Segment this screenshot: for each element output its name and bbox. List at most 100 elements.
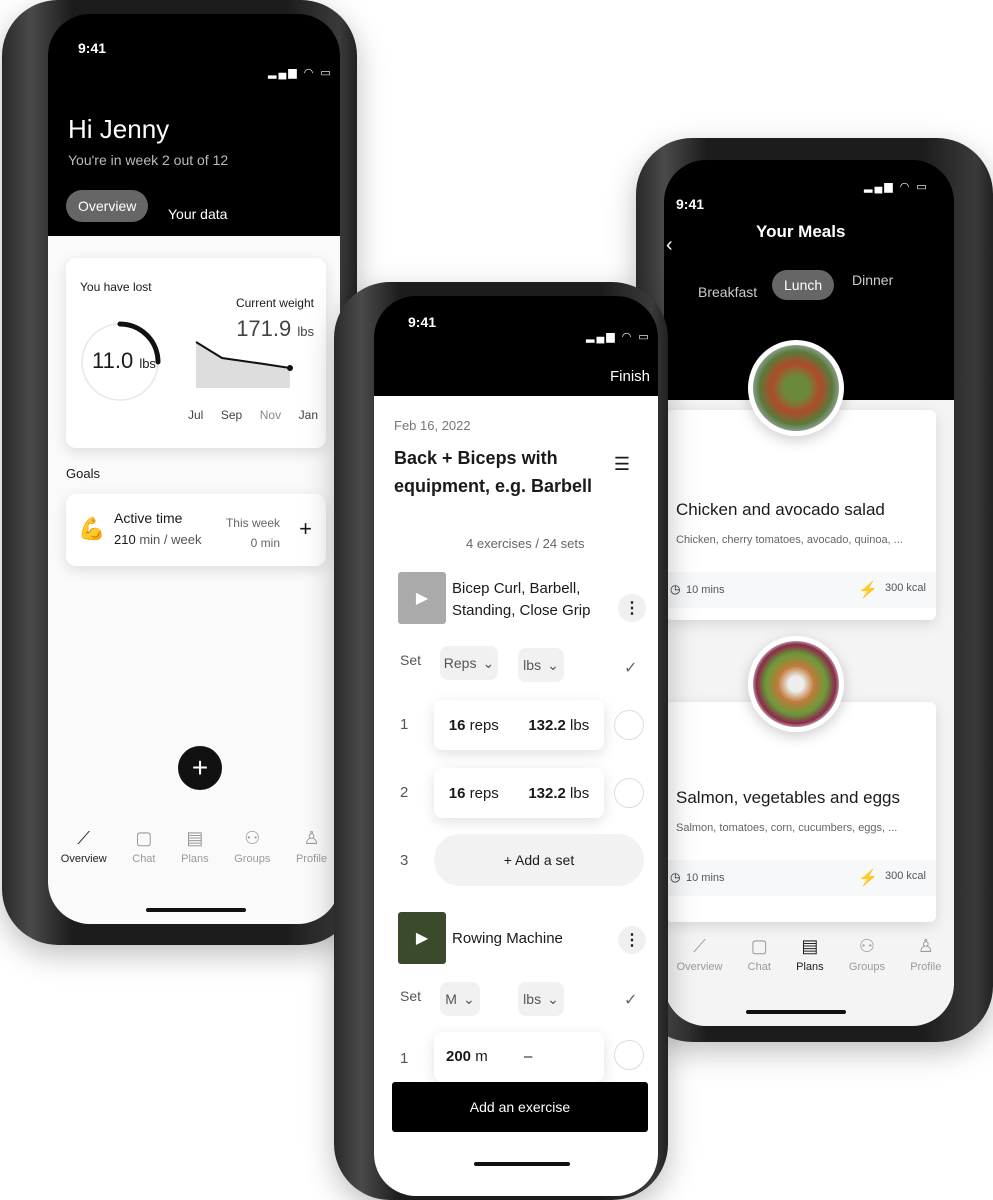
- chat-icon: ▢: [750, 936, 768, 956]
- nav-label: Profile: [910, 961, 942, 973]
- reps-value: 16 reps: [449, 785, 499, 802]
- goal-target-unit: min / week: [139, 532, 202, 547]
- chevron-down-icon: ⌄: [547, 656, 559, 673]
- unit-dropdown[interactable]: lbs ⌄: [518, 982, 564, 1016]
- tab-your-data[interactable]: Your data: [168, 206, 227, 222]
- nav-overview[interactable]: ⟋ Overview: [61, 828, 107, 865]
- lost-label: You have lost: [80, 280, 152, 294]
- weight-number: 132.2: [528, 784, 566, 802]
- meal-time: 10 mins: [686, 872, 725, 884]
- nav-label: Overview: [60, 853, 107, 865]
- chevron-down-icon: ⌄: [547, 990, 559, 1007]
- meal-card[interactable]: Chicken and avocado salad Chicken, cherr…: [666, 410, 936, 620]
- clock-icon: ◷: [670, 582, 681, 596]
- weight-unit: lbs: [297, 324, 314, 339]
- meal-card[interactable]: Salmon, vegetables and eggs Salmon, toma…: [666, 702, 936, 922]
- reps-value: 16 reps: [449, 717, 499, 734]
- weight-value: 132.2 lbs: [528, 785, 589, 802]
- meal-name: Salmon, vegetables and eggs: [676, 788, 900, 807]
- goal-week-value: 0 min: [250, 536, 280, 550]
- tab-breakfast[interactable]: Breakfast: [698, 284, 757, 300]
- distance-dropdown[interactable]: M ⌄: [440, 982, 480, 1016]
- reps-dropdown[interactable]: Reps ⌄: [440, 646, 498, 680]
- set-row: 2 16 reps 132.2 lbs: [374, 764, 658, 824]
- nav-chat[interactable]: ▢ Chat: [748, 936, 771, 973]
- meal-footer: ◷ 10 mins ⚡ 300 kcal: [666, 860, 936, 896]
- set-values[interactable]: 200 m –: [434, 1032, 604, 1082]
- weight-value: 132.2 lbs: [528, 717, 589, 734]
- groups-icon: ⚇: [244, 828, 261, 848]
- set-number: 1: [400, 716, 409, 733]
- nav-label: Overview: [676, 961, 723, 973]
- nav-label: Groups: [234, 853, 271, 865]
- distance-unit: m: [475, 1048, 488, 1065]
- set-values[interactable]: 16 reps 132.2 lbs: [434, 700, 604, 750]
- set-values[interactable]: 16 reps 132.2 lbs: [434, 768, 604, 818]
- chat-icon: ▢: [135, 828, 153, 848]
- content: You have lost 11.0 lbs Current weight 17…: [48, 236, 340, 924]
- bottom-nav: ⟋ Overview ▢ Chat ▤ Plans ⚇ Groups ♙ Profile: [48, 828, 340, 865]
- tab-overview[interactable]: Overview: [66, 190, 149, 222]
- nav-overview[interactable]: ⟋ Overview: [677, 936, 723, 973]
- fab-add-button[interactable]: +: [178, 746, 222, 790]
- nav-chat[interactable]: ▢ Chat: [132, 828, 155, 865]
- reps-number: 16: [448, 716, 466, 734]
- meal-kcal: 300 kcal: [885, 582, 926, 594]
- list-icon[interactable]: ☰: [614, 454, 630, 475]
- month-label: Sep: [220, 408, 243, 422]
- home-indicator: [746, 1010, 846, 1014]
- exercise-more-button[interactable]: ⋮: [618, 926, 646, 954]
- nav-plans[interactable]: ▤ Plans: [796, 936, 824, 973]
- lightning-icon: ⚡: [858, 582, 878, 599]
- month-axis: Jul Sep Nov Jan: [188, 408, 318, 422]
- nav-plans[interactable]: ▤ Plans: [181, 828, 209, 865]
- status-time: 9:41: [78, 40, 107, 56]
- exercise-name: Bicep Curl, Barbell, Standing, Close Gri…: [452, 580, 591, 619]
- exercise-more-button[interactable]: ⋮: [618, 594, 646, 622]
- person-icon: ♙: [303, 828, 320, 848]
- goal-title: Active time: [114, 510, 183, 526]
- weight-unit: lbs: [570, 716, 590, 734]
- set-number: 2: [400, 784, 409, 801]
- salad-image: [748, 340, 844, 436]
- set-complete-checkbox[interactable]: [614, 778, 644, 808]
- set-row: 1 16 reps 132.2 lbs: [374, 696, 658, 756]
- set-complete-checkbox[interactable]: [614, 710, 644, 740]
- exercise-video-thumbnail[interactable]: ▶: [398, 912, 446, 964]
- goal-target-value: 210: [114, 532, 136, 547]
- status-icons: ▂▄▆ ◠ ▭: [864, 181, 929, 193]
- meal-footer: ◷ 10 mins ⚡ 300 kcal: [666, 572, 936, 608]
- goal-card[interactable]: 💪 Active time 210 min / week This week 0…: [66, 494, 326, 566]
- month-label: Jul: [188, 408, 204, 422]
- back-icon[interactable]: ‹: [666, 234, 673, 257]
- nav-label: Profile: [295, 853, 328, 865]
- lost-unit: lbs: [139, 356, 156, 371]
- workout-summary: 4 exercises / 24 sets: [466, 536, 585, 551]
- add-set-button[interactable]: + Add a set: [434, 834, 644, 886]
- dropdown-value: lbs: [523, 991, 542, 1007]
- nav-label: Chat: [132, 853, 156, 865]
- person-icon: ♙: [917, 936, 934, 956]
- tab-lunch[interactable]: Lunch: [772, 270, 835, 300]
- add-exercise-button[interactable]: Add an exercise: [392, 1082, 648, 1132]
- content: Chicken and avocado salad Chicken, cherr…: [664, 340, 954, 1026]
- play-icon: ▶: [415, 930, 429, 947]
- status-icons: ▂▄▆ ◠ ▭: [268, 67, 333, 79]
- nav-profile[interactable]: ♙ Profile: [910, 936, 941, 973]
- add-goal-icon[interactable]: +: [299, 516, 312, 542]
- nav-profile[interactable]: ♙ Profile: [296, 828, 327, 865]
- nav-label: Groups: [848, 961, 885, 973]
- finish-button[interactable]: Finish: [610, 368, 650, 385]
- exercise-video-thumbnail[interactable]: ▶: [398, 572, 446, 624]
- weight-value: –: [524, 1048, 533, 1065]
- nav-label: Plans: [181, 853, 209, 865]
- tab-dinner[interactable]: Dinner: [852, 272, 893, 288]
- dropdown-value: M: [445, 991, 457, 1007]
- nav-groups[interactable]: ⚇ Groups: [849, 936, 885, 973]
- page-title: Your Meals: [756, 222, 846, 241]
- workout-title: Back + Biceps with equipment, e.g. Barbe…: [394, 448, 593, 496]
- unit-dropdown[interactable]: lbs ⌄: [518, 648, 564, 682]
- nav-groups[interactable]: ⚇ Groups: [234, 828, 270, 865]
- set-complete-checkbox[interactable]: [614, 1040, 644, 1070]
- meal-time: 10 mins: [686, 584, 725, 596]
